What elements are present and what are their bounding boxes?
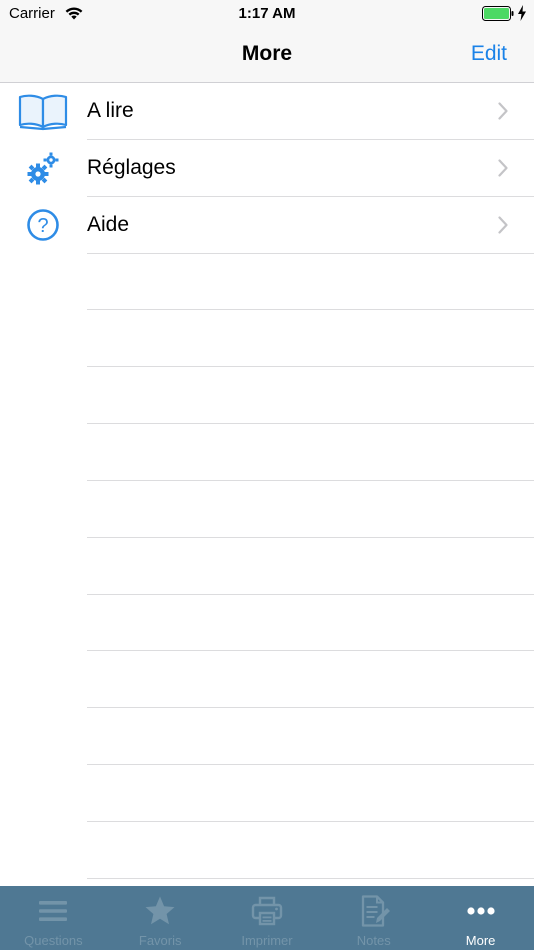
empty-row-divider (87, 309, 534, 310)
tab-bar: Questions Favoris Imprimer Notes More (0, 886, 534, 950)
empty-row-divider (87, 707, 534, 708)
list-item-label: A lire (87, 99, 134, 122)
tab-more[interactable]: More (427, 886, 534, 950)
chevron-right-icon (498, 159, 508, 177)
tab-label: Favoris (138, 933, 182, 948)
list-item-a-lire[interactable]: A lire (0, 83, 534, 140)
chevron-right-icon (498, 216, 508, 234)
list-item-label: Réglages (87, 156, 176, 179)
tab-label: More (465, 933, 496, 948)
divider (87, 253, 534, 254)
empty-row-divider (87, 821, 534, 822)
status-bar: Carrier 1:17 AM (0, 0, 534, 28)
help-icon: ? (27, 209, 59, 241)
page-title: More (241, 42, 293, 65)
tab-label: Notes (356, 933, 391, 948)
notes-icon (361, 895, 390, 927)
printer-icon (251, 896, 283, 926)
empty-row-divider (87, 480, 534, 481)
navigation-bar: More Edit (0, 28, 534, 83)
tab-questions[interactable]: Questions (0, 886, 107, 950)
empty-row-divider (87, 423, 534, 424)
empty-row-divider (87, 366, 534, 367)
empty-row-divider (87, 594, 534, 595)
more-icon (466, 907, 495, 915)
charging-bolt-icon (518, 5, 526, 21)
gears-icon (27, 152, 59, 185)
list-item-aide[interactable]: ? Aide (0, 197, 534, 254)
empty-row-divider (87, 764, 534, 765)
status-time: 1:17 AM (238, 5, 296, 22)
star-icon (145, 896, 175, 925)
tab-label: Imprimer (241, 933, 293, 948)
tab-notes[interactable]: Notes (320, 886, 427, 950)
tab-imprimer[interactable]: Imprimer (214, 886, 321, 950)
tab-label: Questions (24, 933, 83, 948)
empty-row-divider (87, 878, 534, 879)
list-item-reglages[interactable]: Réglages (0, 140, 534, 197)
empty-row-divider (87, 537, 534, 538)
battery-icon (482, 6, 514, 21)
chevron-right-icon (498, 102, 508, 120)
book-icon (18, 94, 68, 131)
svg-text:?: ? (37, 215, 48, 237)
tab-favoris[interactable]: Favoris (107, 886, 214, 950)
empty-row-divider (87, 650, 534, 651)
list-item-label: Aide (87, 213, 130, 236)
more-list: A lire Réglages ? Aide (0, 83, 534, 886)
list-icon (39, 901, 68, 921)
edit-button[interactable]: Edit (471, 42, 507, 66)
